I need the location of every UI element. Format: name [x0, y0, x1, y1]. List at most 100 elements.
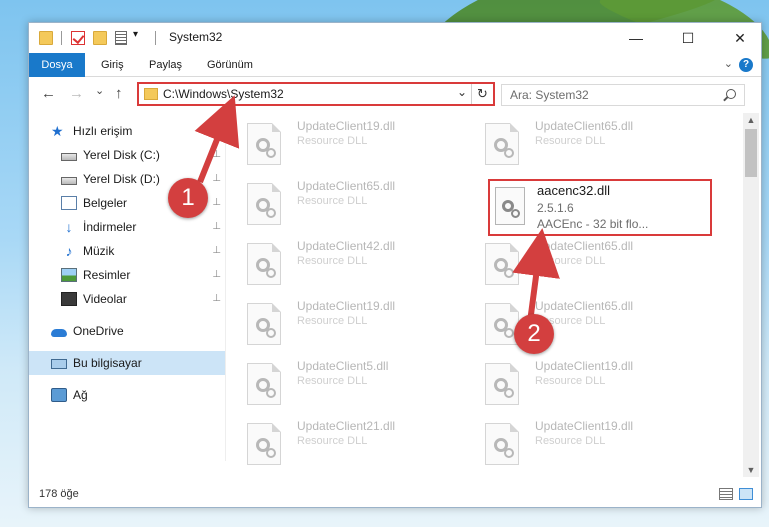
file-item[interactable]: UpdateClient65.dll Resource DLL — [479, 237, 709, 291]
sidebar-item-label: Videolar — [83, 292, 127, 306]
file-item[interactable]: UpdateClient65.dll Resource DLL — [479, 297, 709, 351]
title-separator — [155, 31, 156, 45]
new-folder-icon[interactable] — [93, 31, 107, 45]
file-list: UpdateClient19.dll Resource DLL UpdateCl… — [241, 113, 741, 473]
navigation-pane: ★ Hızlı erişim Yerel Disk (C:) ⊥ Yerel D… — [29, 113, 225, 483]
dll-file-icon — [485, 423, 519, 465]
sidebar-item-label: Yerel Disk (C:) — [83, 148, 160, 162]
up-button[interactable]: ↑ — [115, 85, 123, 102]
details-view-icon[interactable] — [719, 488, 733, 500]
sidebar-item-onedrive[interactable]: OneDrive — [29, 319, 225, 343]
address-path[interactable]: C:\Windows\System32 — [163, 87, 284, 101]
file-name: UpdateClient19.dll — [297, 119, 396, 133]
properties-check-icon[interactable] — [71, 31, 85, 45]
file-description: Resource DLL — [535, 255, 606, 267]
close-button[interactable]: ✕ — [717, 23, 763, 53]
file-item[interactable]: UpdateClient42.dll Resource DLL — [241, 237, 471, 291]
sidebar-item-quick-access[interactable]: ★ Hızlı erişim — [29, 119, 225, 143]
step-badge-2: 2 — [514, 314, 554, 354]
sidebar-item-music[interactable]: ♪ Müzik ⊥ — [29, 239, 225, 263]
file-name: UpdateClient5.dll — [297, 359, 389, 373]
file-description: Resource DLL — [535, 375, 606, 387]
sidebar-item-label: Ağ — [73, 388, 88, 402]
sidebar-item-label: Bu bilgisayar — [73, 356, 142, 370]
scroll-thumb[interactable] — [745, 129, 757, 177]
file-item[interactable]: UpdateClient19.dll Resource DLL — [241, 117, 471, 171]
search-icon[interactable] — [726, 89, 736, 99]
sidebar-item-network[interactable]: Ağ — [29, 383, 225, 407]
file-name: UpdateClient65.dll — [297, 179, 396, 193]
title-separator — [61, 31, 62, 45]
pin-icon: ⊥ — [212, 269, 221, 280]
file-item[interactable]: UpdateClient65.dll Resource DLL — [241, 177, 471, 231]
sidebar-item-local-disk-c[interactable]: Yerel Disk (C:) ⊥ — [29, 143, 225, 167]
pane-divider[interactable] — [225, 113, 226, 461]
file-description: Resource DLL — [297, 315, 368, 327]
sidebar-item-label: İndirmeler — [83, 220, 137, 234]
file-name: aacenc32.dll — [537, 183, 610, 198]
file-description: Resource DLL — [535, 435, 606, 447]
file-description: Resource DLL — [297, 195, 368, 207]
scroll-up-icon[interactable]: ▲ — [743, 113, 759, 127]
file-item[interactable]: UpdateClient5.dll Resource DLL — [241, 357, 471, 411]
sidebar-item-pictures[interactable]: Resimler ⊥ — [29, 263, 225, 287]
window-title: System32 — [169, 30, 223, 44]
onedrive-icon — [51, 329, 67, 337]
back-button[interactable]: ← — [41, 85, 56, 102]
dll-file-icon — [485, 243, 519, 285]
pin-icon: ⊥ — [212, 173, 221, 184]
scroll-down-icon[interactable]: ▼ — [743, 463, 759, 477]
pin-icon: ⊥ — [212, 197, 221, 208]
dll-file-icon — [485, 363, 519, 405]
file-description: AACEnc - 32 bit flo... — [537, 217, 649, 231]
sidebar-item-label: Yerel Disk (D:) — [83, 172, 160, 186]
file-name: UpdateClient19.dll — [535, 359, 634, 373]
tiles-view-icon[interactable] — [739, 488, 753, 500]
tab-view[interactable]: Görünüm — [195, 53, 265, 77]
sidebar-item-this-pc[interactable]: Bu bilgisayar — [29, 351, 225, 375]
minimize-button[interactable]: — — [613, 23, 659, 53]
address-folder-icon — [144, 88, 158, 100]
file-description: Resource DLL — [535, 135, 606, 147]
dll-file-icon — [247, 363, 281, 405]
file-name: UpdateClient19.dll — [297, 299, 396, 313]
highlighted-file-aacenc32[interactable]: aacenc32.dll 2.5.1.6 AACEnc - 32 bit flo… — [488, 179, 712, 236]
vertical-scrollbar[interactable]: ▲ ▼ — [743, 113, 759, 477]
sidebar-item-label: Resimler — [83, 268, 131, 282]
this-pc-icon — [51, 358, 67, 369]
address-bar[interactable]: C:\Windows\System32 ⌄ ↻ — [137, 82, 495, 106]
refresh-button[interactable]: ↻ — [471, 84, 493, 104]
ribbon-tabs: Dosya Giriş Paylaş Görünüm ⌄ ? — [29, 53, 761, 77]
dll-file-icon — [247, 303, 281, 345]
tab-home[interactable]: Giriş — [89, 53, 136, 77]
search-box[interactable]: Ara: System32 — [501, 84, 745, 106]
file-item[interactable]: UpdateClient19.dll Resource DLL — [479, 357, 709, 411]
tab-share[interactable]: Paylaş — [137, 53, 194, 77]
maximize-button[interactable]: ☐ — [665, 23, 711, 53]
file-name: UpdateClient19.dll — [535, 419, 634, 433]
pin-icon: ⊥ — [212, 221, 221, 232]
file-name: UpdateClient65.dll — [535, 239, 634, 253]
qa-dropdown-icon[interactable]: ▾ — [133, 29, 147, 43]
address-dropdown-icon[interactable]: ⌄ — [457, 85, 467, 99]
forward-button[interactable]: → — [69, 85, 84, 102]
file-description: Resource DLL — [297, 135, 368, 147]
search-placeholder[interactable]: Ara: System32 — [510, 88, 589, 102]
pin-icon: ⊥ — [212, 293, 221, 304]
title-bar: ▾ System32 — ☐ ✕ — [29, 23, 761, 53]
file-item[interactable]: UpdateClient19.dll Resource DLL — [479, 417, 709, 471]
file-item[interactable]: UpdateClient19.dll Resource DLL — [241, 297, 471, 351]
customize-toolbar-icon[interactable] — [115, 31, 127, 45]
ribbon-expand-icon[interactable]: ⌄ — [724, 57, 733, 70]
sidebar-item-videos[interactable]: Videolar ⊥ — [29, 287, 225, 311]
sidebar-item-label: Belgeler — [83, 196, 128, 210]
file-item[interactable]: UpdateClient65.dll Resource DLL — [479, 117, 709, 171]
help-button[interactable]: ? — [739, 58, 753, 72]
recent-locations-button[interactable]: ⌄ — [95, 84, 104, 97]
dll-file-icon — [247, 123, 281, 165]
sidebar-item-downloads[interactable]: ↓ İndirmeler ⊥ — [29, 215, 225, 239]
file-item[interactable]: UpdateClient21.dll Resource DLL — [241, 417, 471, 471]
explorer-window: ▾ System32 — ☐ ✕ Dosya Giriş Paylaş Görü… — [28, 22, 762, 508]
tab-file[interactable]: Dosya — [29, 53, 85, 77]
file-name: UpdateClient65.dll — [535, 299, 634, 313]
